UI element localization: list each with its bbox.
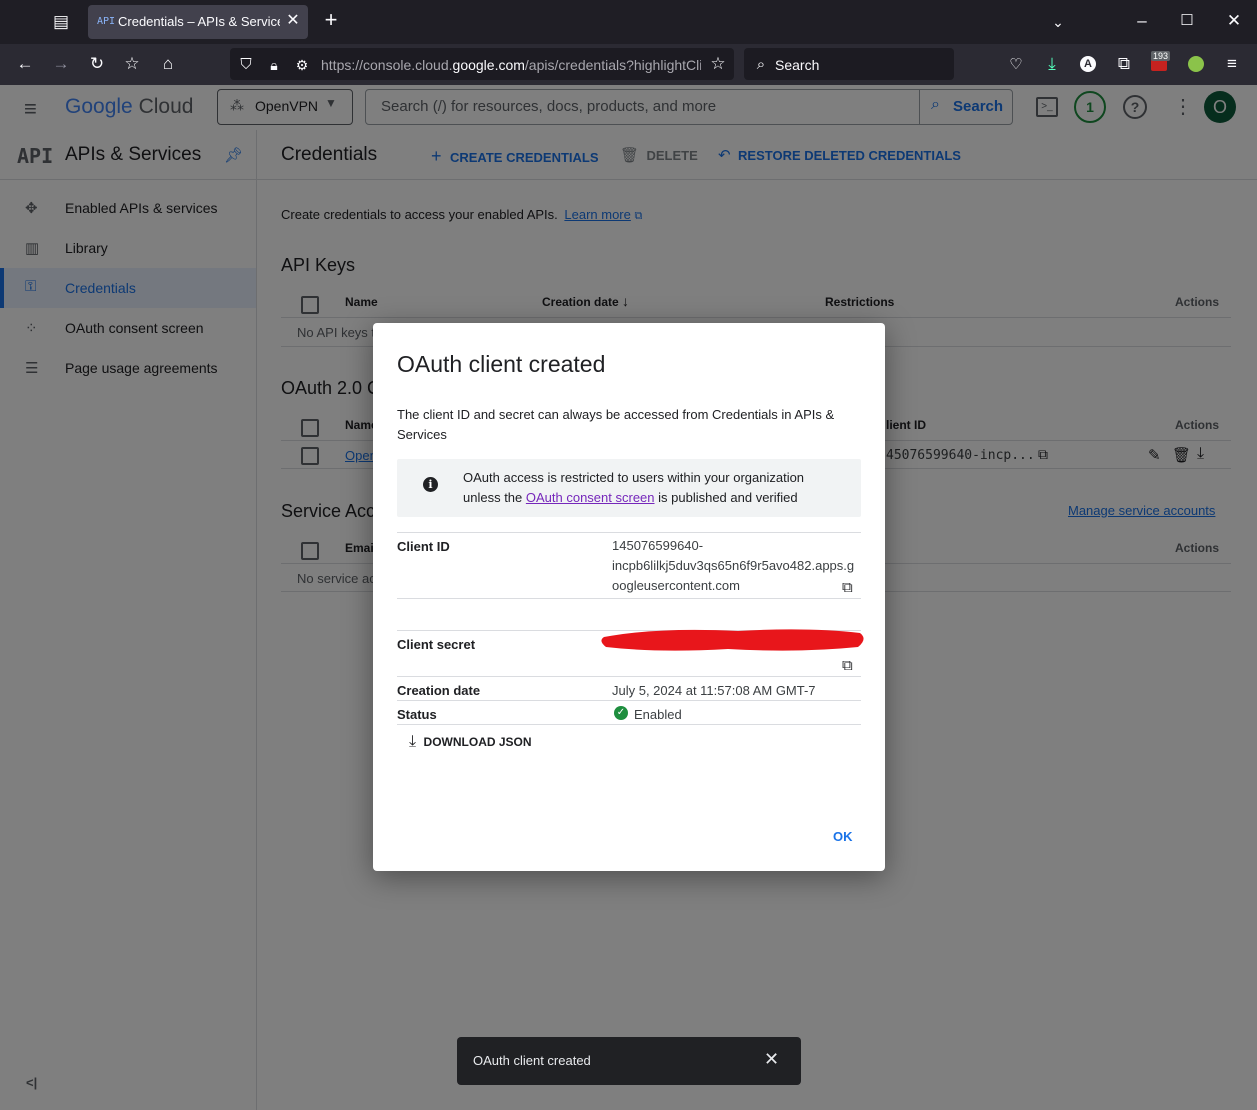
home-icon[interactable]: ⌂ <box>158 54 178 74</box>
minimize-icon[interactable]: – <box>1132 11 1152 31</box>
info-icon: i <box>423 477 438 492</box>
pocket-icon[interactable]: ♡ <box>1006 55 1026 75</box>
url-suffix: /apis/credentials?highlightCli <box>524 57 701 73</box>
oauth-consent-screen-link[interactable]: OAuth consent screen <box>526 490 655 505</box>
url-prefix: https://console.cloud. <box>321 57 453 73</box>
divider <box>397 598 861 599</box>
lock-icon[interactable]: 🔒︎ <box>265 55 283 75</box>
ok-button[interactable]: OK <box>833 829 853 844</box>
close-icon[interactable]: ✕ <box>764 1049 779 1070</box>
tab-title: Credentials – APIs & Services – <box>118 14 280 29</box>
client-id-line: oogleusercontent.com <box>612 578 740 593</box>
client-secret-label: Client secret <box>397 637 476 652</box>
oauth-client-created-dialog: OAuth client created The client ID and s… <box>373 323 885 871</box>
download-json-label: DOWNLOAD JSON <box>423 735 532 749</box>
close-tab-icon[interactable]: ✕ <box>284 11 302 31</box>
creation-date-value: July 5, 2024 at 11:57:08 AM GMT-7 <box>612 683 816 698</box>
snackbar-message: OAuth client created <box>473 1053 591 1068</box>
browser-search-placeholder: Search <box>775 57 820 73</box>
url-text[interactable]: https://console.cloud.google.com/apis/cr… <box>321 57 701 73</box>
download-json-button[interactable]: ⤓ DOWNLOAD JSON <box>409 733 532 751</box>
notice-text: OAuth access is restricted to users with… <box>463 468 823 508</box>
divider <box>397 676 861 677</box>
extension-badge: 193 <box>1151 51 1171 61</box>
star-icon[interactable]: ☆ <box>708 54 728 74</box>
notice-after: is published and verified <box>654 490 798 505</box>
tab-favicon-icon: API <box>97 16 116 27</box>
status-label: Status <box>397 707 437 722</box>
new-tab-icon[interactable]: + <box>320 9 342 31</box>
client-id-line: 145076599640- <box>612 538 704 553</box>
divider <box>397 532 861 533</box>
url-domain: google.com <box>452 57 525 73</box>
check-circle-icon: ✓ <box>614 706 628 720</box>
client-id-value: 145076599640- incpb6lilkj5duv3qs65n6f9r5… <box>612 536 854 596</box>
shield-icon[interactable]: ⛉ <box>237 55 255 75</box>
dialog-description: The client ID and secret can always be a… <box>397 407 835 442</box>
close-window-icon[interactable]: ✕ <box>1224 11 1244 31</box>
snackbar: OAuth client created ✕ <box>457 1037 801 1085</box>
downloads-icon[interactable]: ⤓ <box>1042 54 1062 74</box>
back-icon[interactable]: ← <box>15 54 35 74</box>
divider <box>397 700 861 701</box>
search-icon: ⌕ <box>756 56 766 73</box>
client-id-line: incpb6lilkj5duv3qs65n6f9r5avo482.apps.g <box>612 558 855 573</box>
dialog-title: OAuth client created <box>397 351 606 377</box>
bookmark-page-icon[interactable]: ☆ <box>122 54 142 74</box>
list-tabs-icon[interactable]: ⌄ <box>1048 12 1068 32</box>
menu-icon[interactable]: ≡ <box>1222 54 1242 74</box>
copy-client-secret-icon[interactable]: ⧉ <box>842 657 853 674</box>
account-icon[interactable]: A <box>1080 56 1096 72</box>
reload-icon[interactable]: ↻ <box>87 54 107 74</box>
creation-date-label: Creation date <box>397 683 481 698</box>
forward-icon[interactable]: → <box>51 54 71 74</box>
divider <box>397 724 861 725</box>
extension-icon[interactable] <box>1188 56 1204 72</box>
tab-overview-icon[interactable]: ▤ <box>51 12 71 32</box>
permissions-icon[interactable]: ⚙ <box>293 55 311 75</box>
client-id-label: Client ID <box>397 539 450 554</box>
copy-client-id-icon[interactable]: ⧉ <box>842 579 853 596</box>
status-value: Enabled <box>634 707 682 722</box>
extensions-icon[interactable]: ⧉ <box>1114 54 1134 74</box>
download-icon: ⤓ <box>409 733 417 750</box>
redacted-secret <box>601 629 864 651</box>
maximize-icon[interactable]: ☐ <box>1177 11 1197 31</box>
